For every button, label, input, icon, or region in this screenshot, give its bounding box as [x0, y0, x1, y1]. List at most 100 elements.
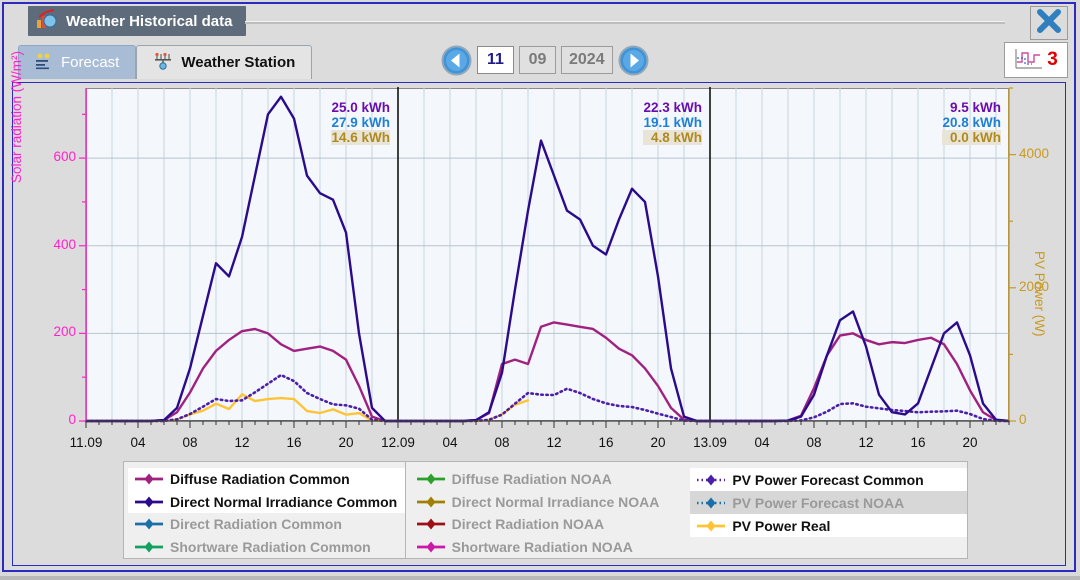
pv-forecast-noaa-total: 20.8 kWh [942, 115, 1001, 130]
legend-item-label: Diffuse Radiation NOAA [451, 471, 612, 488]
chart-legend: Diffuse Radiation Common Direct Normal Ir… [123, 461, 968, 559]
x-axis-tick: 13.09 [693, 435, 727, 450]
x-axis-tick: 20 [338, 435, 354, 450]
legend-item-label: Direct Normal Irradiance NOAA [451, 493, 660, 510]
prev-day-button[interactable] [441, 45, 472, 76]
chart-panel: Solar radiation (W/m²) PV Power (W) 0 200… [9, 51, 1066, 566]
y-axis-right-tick: 2000 [1019, 278, 1050, 294]
date-month-field[interactable]: 09 [519, 46, 556, 74]
legend-column-pv: PV Power Forecast Common PV Power Forecas… [686, 462, 968, 558]
window-title: Weather Historical data [66, 12, 233, 30]
pv-forecast-noaa-total: 27.9 kWh [331, 115, 390, 130]
x-axis-tick: 04 [442, 435, 458, 450]
chart-lines-icon [1014, 46, 1044, 75]
legend-item-label: Shortware Radiation Common [170, 538, 371, 555]
day-energy-label: 22.3 kWh 19.1 kWh 4.8 kWh [643, 100, 702, 145]
series-direct-normal-irradiance-common [84, 95, 1011, 423]
pv-forecast-common-total: 25.0 kWh [331, 100, 390, 115]
legend-item-label: Direct Normal Irradiance Common [170, 493, 398, 510]
x-axis-tick: 08 [182, 435, 198, 450]
tab-weather-station[interactable]: Weather Station [136, 45, 313, 79]
series-count-badge: 3 [1047, 49, 1058, 70]
legend-column-noaa: Diffuse Radiation NOAA Direct Normal Irra… [404, 462, 687, 559]
series-pv-power-real [84, 393, 530, 423]
x-axis-tick: 12 [234, 435, 250, 450]
legend-item-label: PV Power Forecast Common [732, 471, 924, 488]
y-axis-right-tick: 0 [1019, 412, 1027, 427]
legend-marker-icon [416, 541, 445, 553]
tab-forecast[interactable]: Forecast [18, 45, 137, 79]
forecast-icon [35, 52, 53, 74]
legend-item[interactable]: PV Power Forecast Common [690, 468, 968, 491]
close-icon [1036, 8, 1062, 38]
legend-item-label: Direct Radiation Common [170, 516, 342, 533]
legend-item[interactable]: Direct Radiation NOAA [410, 513, 687, 536]
pv-real-total: 0.0 kWh [942, 130, 1001, 145]
close-button[interactable] [1030, 6, 1068, 40]
x-axis-tick: 20 [962, 435, 978, 450]
y-axis-left-tick: 200 [53, 324, 76, 340]
legend-item-label: PV Power Real [732, 517, 831, 534]
pv-real-total: 14.6 kWh [331, 130, 390, 145]
app-root: Weather Historical data Forecast Weather… [0, 0, 1080, 580]
tab-bar: Forecast Weather Station [18, 45, 313, 79]
x-axis-tick: 08 [806, 435, 822, 450]
legend-marker-icon [697, 474, 726, 485]
legend-item[interactable]: Diffuse Radiation Common [128, 468, 405, 491]
legend-marker-icon [135, 496, 163, 508]
window-shadow [0, 576, 1080, 580]
legend-item[interactable]: PV Power Forecast NOAA [690, 491, 968, 514]
series-pv-power-forecast-common [84, 373, 1011, 423]
legend-marker-icon [135, 473, 163, 485]
legend-item[interactable]: Diffuse Radiation NOAA [410, 468, 687, 491]
x-axis-tick: 12 [546, 435, 562, 450]
legend-item[interactable]: Direct Radiation Common [128, 513, 405, 536]
legend-marker-icon [135, 541, 163, 553]
x-axis-tick: 11.09 [69, 435, 103, 450]
legend-item-label: PV Power Forecast NOAA [732, 494, 905, 511]
pv-forecast-common-total: 22.3 kWh [643, 100, 702, 115]
legend-item[interactable]: Shortware Radiation Common [128, 536, 405, 559]
y-axis-left-tick: 600 [53, 149, 76, 165]
legend-item-label: Diffuse Radiation Common [170, 471, 350, 488]
legend-item-label: Shortware Radiation NOAA [451, 538, 633, 555]
pv-forecast-common-total: 9.5 kWh [949, 100, 1001, 115]
x-axis-tick: 12 [858, 435, 874, 450]
legend-item[interactable]: PV Power Real [690, 514, 968, 537]
tab-forecast-label: Forecast [61, 54, 120, 71]
pv-forecast-noaa-total: 19.1 kWh [643, 115, 702, 130]
window-titlebar: Weather Historical data [28, 6, 247, 36]
legend-marker-icon [135, 518, 163, 530]
x-axis-tick: 08 [494, 435, 510, 450]
next-day-button[interactable] [618, 45, 649, 76]
chart-weather-icon [36, 8, 58, 35]
date-year-field[interactable]: 2024 [561, 46, 613, 74]
y-axis-right-tick: 4000 [1019, 145, 1050, 161]
day-energy-label: 25.0 kWh 27.9 kWh 14.6 kWh [331, 100, 390, 145]
date-navigation: 11 09 2024 [441, 44, 649, 76]
legend-item[interactable]: Direct Normal Irradiance NOAA [410, 491, 687, 514]
date-day-field[interactable]: 11 [477, 46, 514, 74]
y-axis-left-tick: 400 [53, 236, 76, 252]
legend-item[interactable]: Direct Normal Irradiance Common [128, 490, 405, 513]
day-energy-label: 9.5 kWh 20.8 kWh 0.0 kWh [942, 100, 1001, 145]
legend-marker-icon [697, 520, 726, 531]
x-axis-tick: 04 [754, 435, 770, 450]
legend-marker-icon [697, 497, 726, 508]
legend-item-label: Direct Radiation NOAA [451, 516, 605, 533]
legend-marker-icon [416, 473, 445, 485]
y-axis-left-tick: 0 [68, 412, 76, 427]
tab-weather-station-label: Weather Station [181, 54, 296, 71]
legend-marker-icon [416, 518, 445, 530]
plot-svg [79, 87, 1016, 428]
legend-column-common: Diffuse Radiation Common Direct Normal Ir… [124, 462, 405, 558]
x-axis-tick: 04 [130, 435, 146, 450]
legend-item[interactable]: Shortware Radiation NOAA [410, 536, 687, 559]
x-axis-tick: 20 [650, 435, 666, 450]
series-count-button[interactable]: 3 [1004, 42, 1068, 78]
x-axis-tick: 16 [286, 435, 302, 450]
x-axis-tick: 16 [598, 435, 614, 450]
legend-marker-icon [416, 496, 445, 508]
pv-real-total: 4.8 kWh [643, 130, 702, 145]
weather-station-icon [153, 52, 173, 74]
